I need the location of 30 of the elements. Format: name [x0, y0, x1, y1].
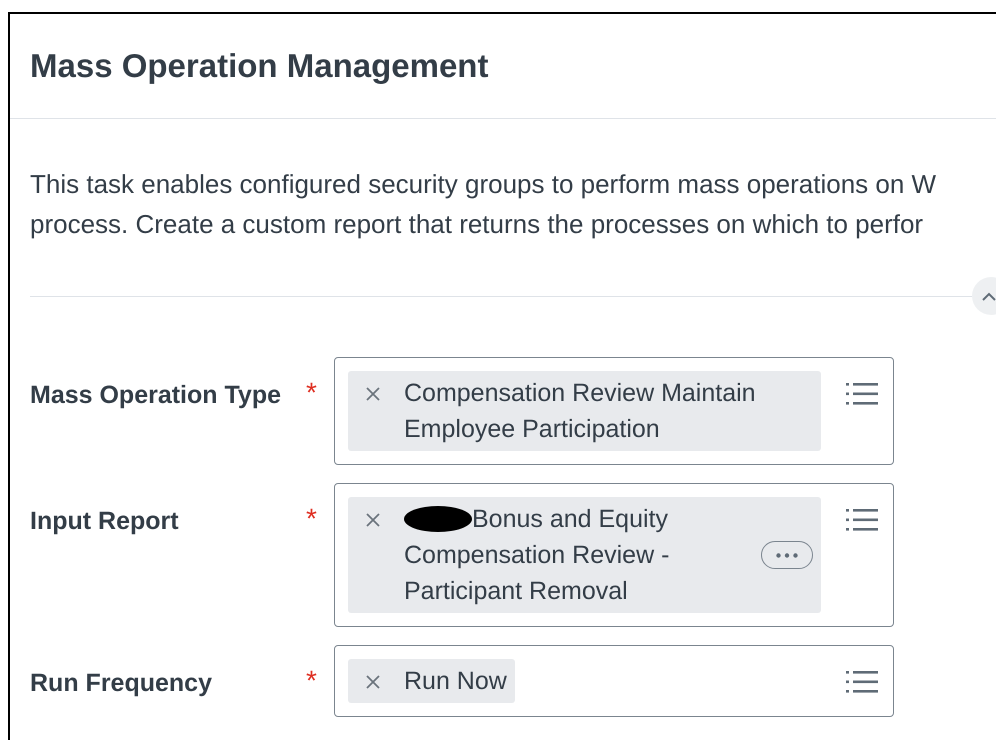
selected-item-chip[interactable]: Run Now [348, 659, 515, 703]
ellipsis-icon [776, 552, 798, 558]
remove-icon [366, 387, 380, 401]
prompt-field[interactable]: Run Now [334, 645, 894, 717]
selected-item-text: Run Now [404, 666, 507, 697]
list-icon[interactable] [846, 509, 878, 531]
prompt-field[interactable]: Compensation Review Maintain Employee Participation [334, 357, 894, 465]
chevron-up-icon [982, 292, 996, 300]
required-mark: * [306, 665, 317, 697]
field-label: Run Frequency [30, 668, 213, 699]
page-title: Mass Operation Management [30, 46, 488, 86]
selected-item-text: Compensation Review - [404, 540, 670, 571]
description-text: This task enables configured security groups to perform mass operations on W [30, 168, 936, 201]
field-label: Mass Operation Type [30, 380, 282, 411]
selected-item-text: Bonus and Equity [472, 504, 668, 535]
selected-item-chip[interactable]: Compensation Review Maintain Employee Participation [348, 371, 821, 451]
required-mark: * [306, 377, 317, 409]
prompt-field[interactable]: Bonus and Equity Compensation Review - Participant Removal [334, 483, 894, 627]
selected-item-text: Employee Participation [404, 414, 660, 445]
selected-item-text: Participant Removal [404, 576, 628, 607]
more-button[interactable] [761, 541, 813, 569]
remove-icon [366, 675, 380, 689]
remove-icon [366, 513, 380, 527]
list-icon[interactable] [846, 671, 878, 693]
required-mark: * [306, 503, 317, 535]
field-label: Input Report [30, 506, 180, 537]
description-text: process. Create a custom report that returns the processes on which to perfor [30, 208, 924, 241]
list-icon[interactable] [846, 383, 878, 405]
selected-item-text: Compensation Review Maintain [404, 378, 756, 409]
selected-item-chip[interactable]: Bonus and Equity Compensation Review - Participant Removal [348, 497, 821, 613]
